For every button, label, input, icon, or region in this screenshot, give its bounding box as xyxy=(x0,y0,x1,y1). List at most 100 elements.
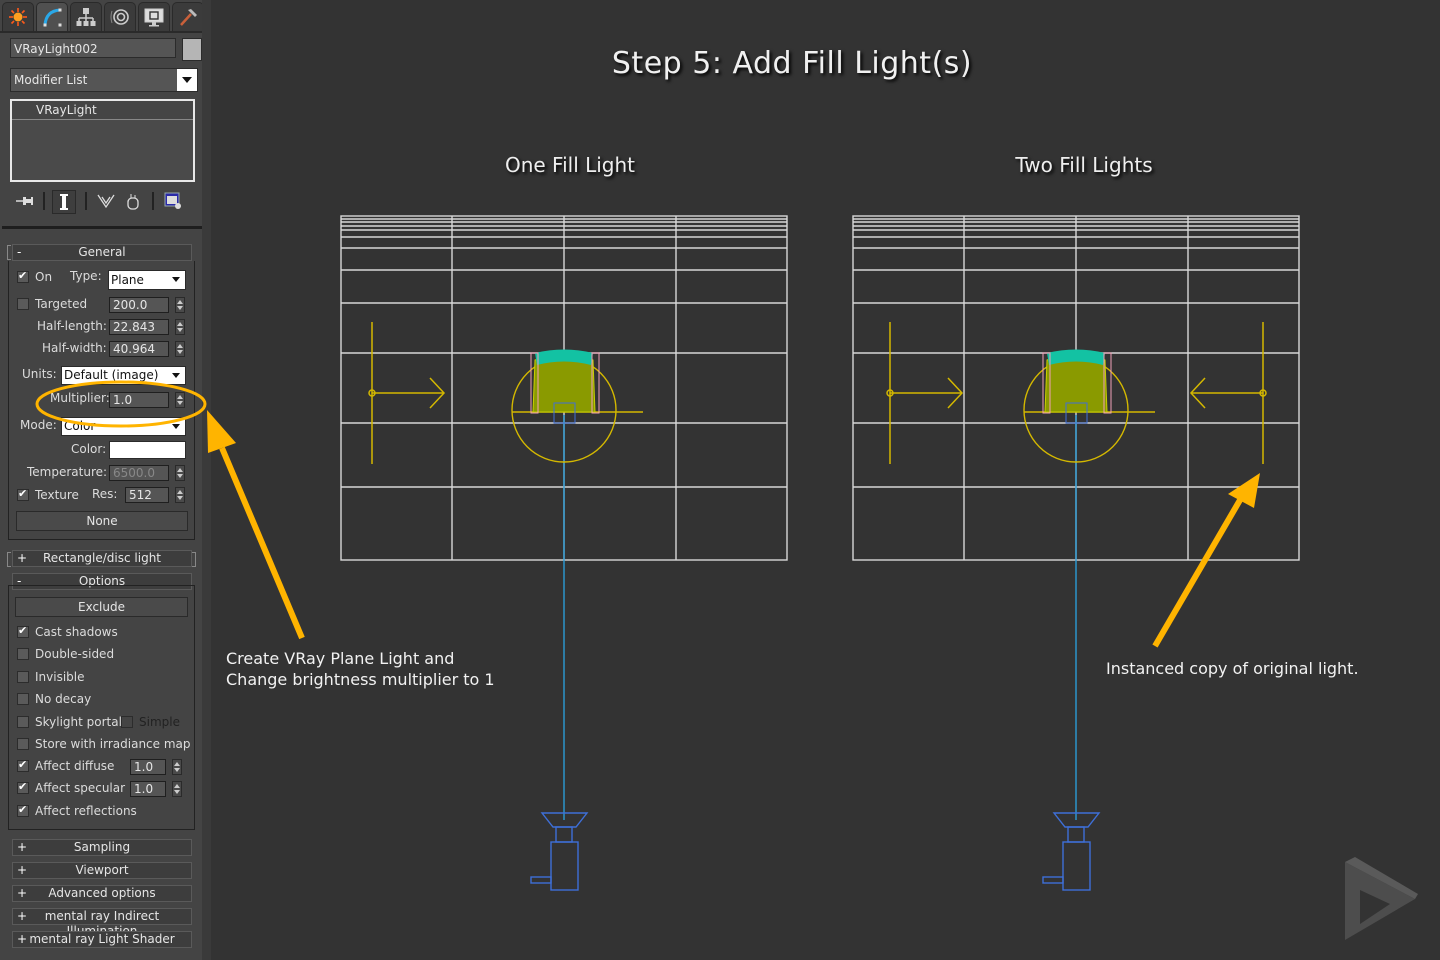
invisible-checkbox[interactable] xyxy=(17,671,29,683)
skylight-portal-label: Skylight portal xyxy=(35,715,122,729)
left-caption-line-2: Change brightness multiplier to 1 xyxy=(226,670,495,689)
cast-shadows-checkbox[interactable] xyxy=(17,624,29,638)
temperature-label: Temperature: xyxy=(27,465,108,479)
viewport-two-fill-lights[interactable] xyxy=(847,210,1307,910)
double-sided-checkbox[interactable] xyxy=(17,648,29,660)
configure-modifier-sets-button[interactable] xyxy=(162,190,184,212)
affect-diffuse-checkbox[interactable] xyxy=(17,758,29,772)
tab-motion[interactable] xyxy=(104,2,136,31)
viewport-one-fill-light[interactable] xyxy=(335,210,795,910)
panel-scroll-strip[interactable] xyxy=(202,0,211,960)
targeted-spinner[interactable] xyxy=(175,297,185,313)
rollout-viewport-header[interactable]: + Viewport xyxy=(12,862,192,879)
make-unique-button[interactable] xyxy=(95,190,117,212)
camera-icon xyxy=(530,812,589,891)
store-irradiance-label: Store with irradiance map xyxy=(35,737,191,751)
rollout-sampling-header[interactable]: + Sampling xyxy=(12,839,192,856)
rollout-mr-light-shader-header[interactable]: + mental ray Light Shader xyxy=(12,931,192,948)
affect-specular-field[interactable]: 1.0 xyxy=(130,781,166,797)
camera-body xyxy=(550,841,579,891)
units-dropdown[interactable]: Default (image) xyxy=(61,366,186,385)
tab-create[interactable] xyxy=(2,2,34,31)
rollout-bracket xyxy=(192,552,196,567)
tab-modify[interactable] xyxy=(36,2,68,31)
affect-diffuse-field[interactable]: 1.0 xyxy=(130,759,166,775)
stack-item-vraylight[interactable]: VRayLight xyxy=(12,101,193,120)
left-view-title: One Fill Light xyxy=(504,153,636,177)
show-end-result-icon xyxy=(60,194,68,210)
temperature-spinner[interactable] xyxy=(175,465,185,481)
tab-divider xyxy=(0,31,202,33)
rollout-title: mental ray Light Shader xyxy=(29,932,175,946)
vray-plane-light-icon xyxy=(1189,322,1267,464)
remove-modifier-icon xyxy=(127,194,139,210)
half-width-label: Half-width: xyxy=(42,341,107,355)
cast-shadows-label: Cast shadows xyxy=(35,625,118,639)
pin-stack-button[interactable] xyxy=(14,190,36,212)
no-decay-checkbox[interactable] xyxy=(17,693,29,705)
targeted-checkbox[interactable] xyxy=(17,298,29,310)
light-color-swatch[interactable] xyxy=(109,441,186,459)
on-checkbox[interactable] xyxy=(17,269,29,283)
mode-dropdown[interactable]: Color xyxy=(61,417,186,436)
res-field[interactable]: 512 xyxy=(125,487,169,503)
rollout-advanced-options-header[interactable]: + Advanced options xyxy=(12,885,192,902)
toolbar-separator xyxy=(152,192,154,210)
camera-neck xyxy=(1067,826,1085,843)
rollout-mr-indirect-illumination-header[interactable]: +mental ray Indirect Illumination xyxy=(12,908,192,938)
camera-body xyxy=(1062,841,1091,891)
multiplier-label: Multiplier: xyxy=(50,391,110,405)
skylight-portal-checkbox[interactable] xyxy=(17,716,29,728)
tab-hierarchy[interactable] xyxy=(70,2,102,31)
exclude-button[interactable]: Exclude xyxy=(15,597,188,617)
simple-label: Simple xyxy=(139,715,180,729)
configure-modifier-sets-icon xyxy=(164,192,181,209)
half-length-spinner[interactable] xyxy=(175,319,185,335)
multiplier-spinner[interactable] xyxy=(175,392,185,408)
command-panel: VRayLight002 Modifier List VRayLight - G… xyxy=(0,0,204,960)
right-caption: Instanced copy of original light. xyxy=(1106,659,1359,678)
make-unique-icon xyxy=(97,194,115,209)
half-length-label: Half-length: xyxy=(37,319,107,333)
multiplier-field[interactable]: 1.0 xyxy=(109,392,169,408)
hammer-icon xyxy=(180,9,197,26)
targeted-distance-field[interactable]: 200.0 xyxy=(109,297,169,313)
rollout-rectangle-disc-header[interactable]: + Rectangle/disc light xyxy=(12,550,192,567)
rollout-bracket xyxy=(7,552,11,567)
res-spinner[interactable] xyxy=(175,487,185,503)
half-width-field[interactable]: 40.964 xyxy=(109,341,169,357)
affect-diffuse-spinner[interactable] xyxy=(172,759,182,775)
texture-checkbox[interactable] xyxy=(17,487,29,501)
remove-modifier-button[interactable] xyxy=(122,190,144,212)
store-irradiance-checkbox[interactable] xyxy=(17,738,29,750)
show-end-result-button[interactable] xyxy=(52,190,76,214)
rollout-title: Sampling xyxy=(73,840,131,854)
affect-reflections-checkbox[interactable] xyxy=(17,803,29,817)
rollout-title: Advanced options xyxy=(48,886,156,900)
modify-curve-icon xyxy=(43,8,62,27)
rollout-general-header[interactable]: - General xyxy=(12,244,192,261)
affect-diffuse-label: Affect diffuse xyxy=(35,759,115,773)
rollout-title: General xyxy=(78,245,126,259)
invisible-label: Invisible xyxy=(35,670,85,684)
type-label: Type: xyxy=(70,269,102,283)
no-decay-label: No decay xyxy=(35,692,92,706)
rollout-title: Rectangle/disc light xyxy=(42,551,162,565)
modifier-stack: VRayLight xyxy=(10,99,195,182)
half-length-field[interactable]: 22.843 xyxy=(109,319,169,335)
affect-specular-spinner[interactable] xyxy=(172,781,182,797)
tab-display[interactable] xyxy=(138,2,170,31)
texture-label: Texture xyxy=(35,488,79,502)
half-width-spinner[interactable] xyxy=(175,341,185,357)
affect-specular-checkbox[interactable] xyxy=(17,780,29,794)
lamp-object xyxy=(511,349,643,463)
temperature-field[interactable]: 6500.0 xyxy=(109,465,169,481)
brand-logo-icon xyxy=(1345,857,1418,940)
simple-checkbox[interactable] xyxy=(121,716,133,728)
type-dropdown[interactable]: Plane xyxy=(108,270,186,290)
targeted-label: Targeted xyxy=(35,297,88,311)
hierarchy-icon xyxy=(76,8,96,26)
tab-utilities[interactable] xyxy=(172,2,204,31)
pin-stack-icon xyxy=(16,197,33,205)
texture-map-button[interactable]: None xyxy=(16,511,188,531)
